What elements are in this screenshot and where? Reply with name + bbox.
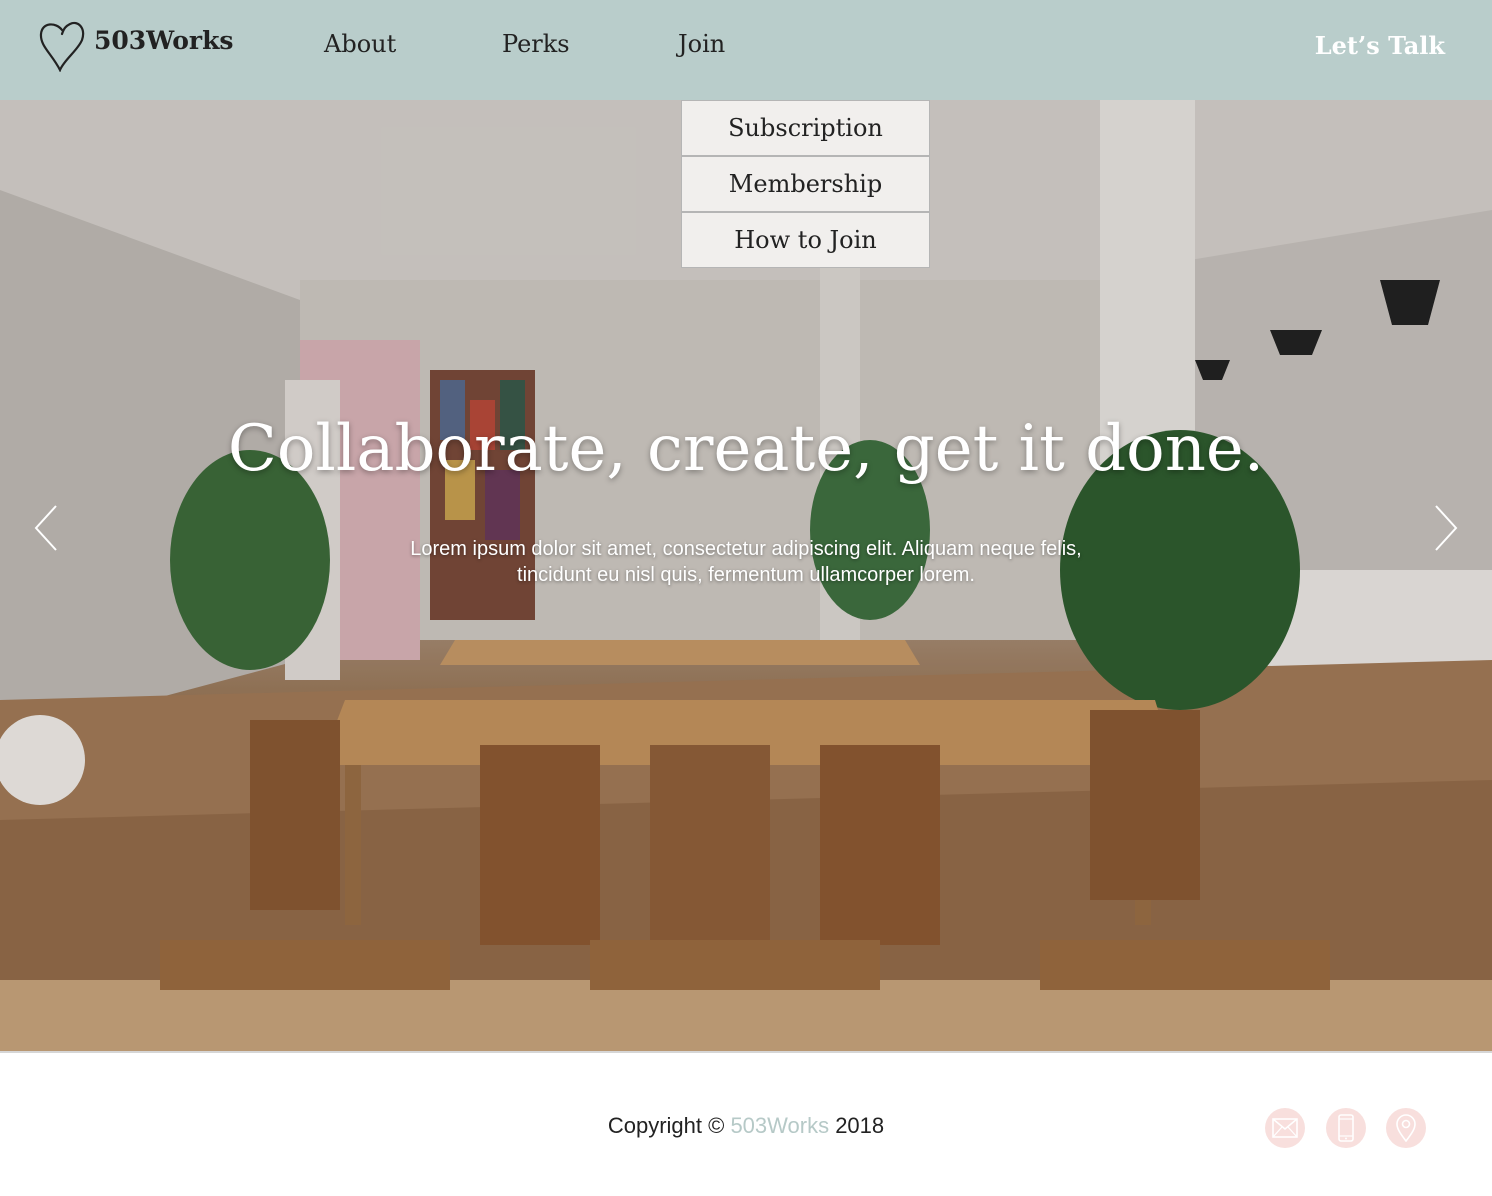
location-button[interactable]	[1386, 1108, 1426, 1148]
dropdown-item-membership[interactable]: Membership	[681, 156, 930, 212]
location-pin-icon	[1396, 1114, 1416, 1142]
dropdown-item-subscription[interactable]: Subscription	[681, 100, 930, 156]
nav-join[interactable]: Join	[678, 30, 725, 58]
hero-text-line-2: tincidunt eu nisl quis, fermentum ullamc…	[517, 564, 975, 586]
lets-talk-link[interactable]: Let’s Talk	[1315, 31, 1445, 60]
heart-logo-icon	[39, 21, 85, 72]
phone-button[interactable]	[1326, 1108, 1366, 1148]
logo[interactable]: 503Works	[38, 20, 233, 72]
copyright-year: 2018	[829, 1113, 885, 1138]
brand-name: 503Works	[94, 26, 234, 55]
chevron-right-icon	[1435, 505, 1458, 551]
footer-brand-link[interactable]: 503Works	[730, 1113, 829, 1138]
nav-perks[interactable]: Perks	[502, 30, 570, 58]
join-dropdown-menu: Subscription Membership How to Join	[681, 100, 930, 268]
dropdown-item-how-to-join[interactable]: How to Join	[681, 212, 930, 268]
site-header: 503Works About Perks Join Let’s Talk	[0, 0, 1492, 100]
hero-text: Lorem ipsum dolor sit amet, consectetur …	[346, 536, 1146, 588]
hero-title: Collaborate, create, get it done.	[227, 412, 1265, 486]
mail-icon	[1272, 1118, 1298, 1138]
hero-text-line-1: Lorem ipsum dolor sit amet, consectetur …	[410, 538, 1082, 560]
nav-about[interactable]: About	[324, 30, 396, 58]
site-footer: Copyright © 503Works 2018	[0, 1051, 1492, 1196]
carousel-prev-button[interactable]	[26, 500, 66, 556]
phone-icon	[1338, 1114, 1354, 1142]
carousel-next-button[interactable]	[1426, 500, 1466, 556]
copyright-prefix: Copyright ©	[607, 1113, 731, 1138]
mail-button[interactable]	[1265, 1108, 1305, 1148]
chevron-left-icon	[34, 505, 57, 551]
